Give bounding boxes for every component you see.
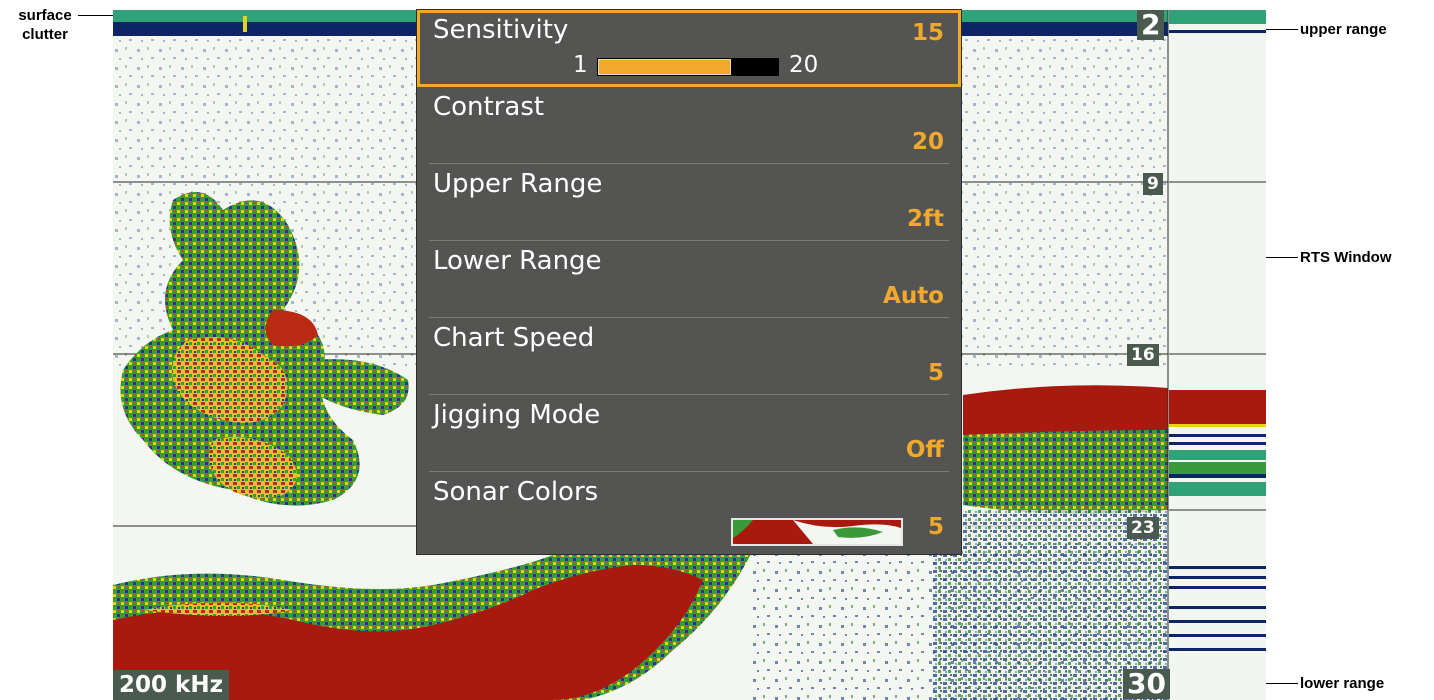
- depth-marker-top: 2: [1137, 10, 1165, 40]
- menu-value-chart-speed: 5: [927, 360, 944, 386]
- menu-item-chart-speed[interactable]: Chart Speed 5: [417, 318, 961, 395]
- menu-label-sonar-colors: Sonar Colors: [433, 477, 599, 507]
- menu-label-jigging-mode: Jigging Mode: [433, 400, 601, 430]
- menu-label-contrast: Contrast: [433, 92, 545, 122]
- menu-item-upper-range[interactable]: Upper Range 2ft: [417, 164, 961, 241]
- sonar-color-palette-preview: [731, 518, 903, 546]
- sonar-settings-menu: Sensitivity 15 1 20 Contrast 20 Upper Ra…: [417, 10, 961, 554]
- slider-min-label: 1: [573, 52, 588, 78]
- menu-item-sensitivity[interactable]: Sensitivity 15 1 20: [417, 10, 961, 87]
- frequency-label: 200 kHz: [113, 670, 229, 700]
- slider-fill: [598, 59, 731, 75]
- callout-surface-clutter: surface clutter: [18, 7, 72, 43]
- palette-preview-graphic: [733, 520, 901, 544]
- callout-lower-range: lower range: [1300, 675, 1385, 692]
- menu-label-chart-speed: Chart Speed: [433, 323, 595, 353]
- depth-marker-16: 16: [1127, 344, 1159, 366]
- callout-line-surface: [78, 15, 113, 16]
- menu-label-sensitivity: Sensitivity: [433, 15, 569, 45]
- menu-label-lower-range: Lower Range: [433, 246, 602, 276]
- callout-upper-range: upper range: [1300, 21, 1387, 38]
- menu-value-sonar-colors: 5: [927, 514, 944, 540]
- menu-value-jigging-mode: Off: [905, 437, 944, 463]
- slider-track[interactable]: [597, 58, 779, 76]
- menu-item-jigging-mode[interactable]: Jigging Mode Off: [417, 395, 961, 472]
- menu-label-upper-range: Upper Range: [433, 169, 603, 199]
- menu-item-contrast[interactable]: Contrast 20: [417, 87, 961, 164]
- menu-value-sensitivity: 15: [911, 20, 944, 46]
- callout-line-upper: [1266, 29, 1298, 30]
- menu-value-upper-range: 2ft: [906, 206, 944, 232]
- depth-marker-bottom: 30: [1123, 669, 1170, 699]
- slider-max-label: 20: [789, 52, 819, 78]
- depth-marker-23: 23: [1127, 517, 1159, 539]
- menu-item-sonar-colors[interactable]: Sonar Colors 5: [417, 472, 961, 554]
- callout-line-lower: [1266, 683, 1298, 684]
- menu-value-lower-range: Auto: [883, 283, 944, 309]
- callout-rts-window: RTS Window: [1300, 249, 1392, 266]
- menu-item-lower-range[interactable]: Lower Range Auto: [417, 241, 961, 318]
- callout-line-rts: [1266, 257, 1298, 258]
- depth-marker-9: 9: [1143, 173, 1163, 195]
- menu-value-contrast: 20: [911, 129, 944, 155]
